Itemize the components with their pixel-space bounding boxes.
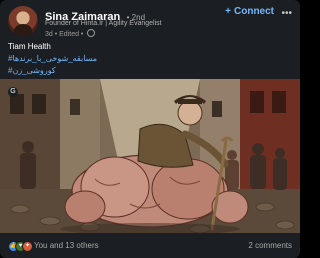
post-text-line: Tiam Health bbox=[8, 42, 51, 51]
plus-icon: + bbox=[225, 6, 231, 17]
connect-label: Connect bbox=[234, 6, 274, 17]
feed-post-card: Sina Zaimaran • 2nd Founder of Hinta.Ir … bbox=[0, 0, 300, 258]
author-avatar[interactable] bbox=[8, 6, 38, 36]
post-meta: 3d • Edited • bbox=[45, 29, 96, 38]
globe-icon bbox=[87, 29, 96, 37]
more-icon[interactable]: ••• bbox=[281, 8, 292, 19]
post-time: 3d • Edited • bbox=[45, 31, 84, 38]
image-badge-icon: G bbox=[8, 87, 18, 97]
post-text: Tiam Health #مسابقه_شوخی_با_برندها #کورو… bbox=[8, 41, 292, 77]
author-headline: Founder of Hinta.Ir | Agility Evangelist bbox=[45, 20, 162, 27]
reactions-count[interactable]: You and 13 others bbox=[34, 241, 99, 250]
hashtag-link[interactable]: #کوروشی_زن bbox=[8, 65, 292, 77]
celebrate-reaction-icon: ✦ bbox=[22, 241, 33, 252]
post-header: Sina Zaimaran • 2nd Founder of Hinta.Ir … bbox=[8, 6, 292, 38]
hashtag-link[interactable]: #مسابقه_شوخی_با_برندها bbox=[8, 53, 292, 65]
illustration bbox=[0, 79, 300, 233]
social-counts: 👍 ♥ ✦ You and 13 others 2 comments bbox=[8, 240, 292, 254]
comments-count[interactable]: 2 comments bbox=[248, 241, 292, 250]
post-image[interactable]: G bbox=[0, 79, 300, 233]
connect-button[interactable]: + Connect bbox=[225, 6, 274, 17]
